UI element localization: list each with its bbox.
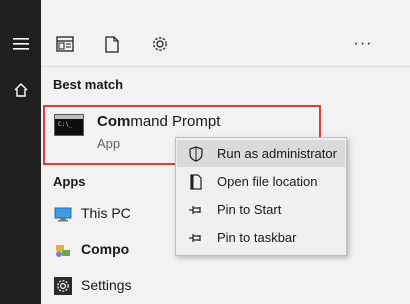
toolbar-divider bbox=[41, 66, 410, 67]
best-match-title: Command Prompt bbox=[97, 113, 221, 130]
menu-item-label: Run as administrator bbox=[217, 146, 337, 161]
best-match-heading: Best match bbox=[53, 77, 124, 92]
command-prompt-icon: C:\_ bbox=[54, 114, 84, 136]
app-item-label: This PC bbox=[81, 205, 131, 221]
app-item-label: Settings bbox=[81, 277, 132, 293]
settings-gear-icon bbox=[153, 37, 167, 51]
settings-filter-button[interactable] bbox=[144, 28, 176, 60]
start-rail bbox=[0, 0, 41, 304]
best-match-subtitle: App bbox=[97, 136, 121, 151]
context-menu: Run as administrator Open file location … bbox=[175, 137, 347, 256]
menu-item-pin-to-start[interactable]: Pin to Start bbox=[177, 196, 345, 223]
shield-icon bbox=[187, 145, 205, 163]
apps-heading: Apps bbox=[53, 174, 86, 189]
menu-item-run-as-administrator[interactable]: Run as administrator bbox=[177, 140, 345, 167]
more-label: ··· bbox=[353, 35, 373, 52]
menu-item-pin-to-taskbar[interactable]: Pin to taskbar bbox=[177, 224, 345, 251]
pin-icon bbox=[187, 201, 205, 219]
menu-item-open-file-location[interactable]: Open file location bbox=[177, 168, 345, 195]
file-filter-button[interactable] bbox=[96, 28, 128, 60]
hamburger-icon bbox=[12, 38, 29, 50]
file-icon bbox=[105, 35, 119, 53]
documents-filter-button[interactable] bbox=[49, 28, 81, 60]
documents-icon bbox=[56, 36, 74, 52]
computer-icon bbox=[53, 204, 73, 224]
home-button[interactable] bbox=[0, 70, 41, 110]
more-options-button[interactable]: ··· bbox=[347, 28, 379, 60]
hamburger-menu-button[interactable] bbox=[0, 24, 41, 64]
home-icon bbox=[14, 83, 27, 97]
menu-item-label: Pin to taskbar bbox=[217, 230, 297, 245]
settings-icon bbox=[53, 276, 73, 296]
file-location-icon bbox=[187, 173, 205, 191]
menu-item-label: Pin to Start bbox=[217, 202, 282, 217]
pin-icon bbox=[187, 229, 205, 247]
search-results-panel: ··· Best match C:\_ Command Prompt App A… bbox=[41, 0, 410, 304]
menu-item-label: Open file location bbox=[217, 174, 318, 189]
app-item-label: Compo bbox=[81, 241, 130, 257]
component-icon bbox=[53, 240, 73, 260]
app-item-settings[interactable]: Settings bbox=[41, 272, 291, 300]
